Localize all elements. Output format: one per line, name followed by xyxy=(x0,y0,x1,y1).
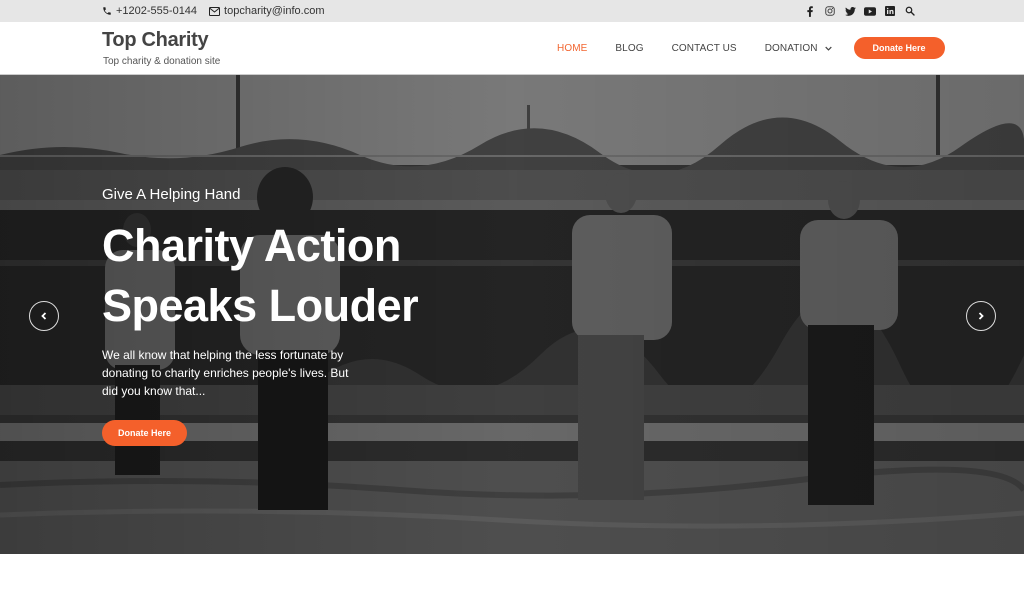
hero-donate-button[interactable]: Donate Here xyxy=(102,420,187,446)
social-links xyxy=(800,0,920,22)
phone-number: +1202-555-0144 xyxy=(116,5,198,17)
nav-label: DONATION xyxy=(764,42,818,54)
main-nav: HOME BLOG CONTACT US DONATION Donate Her… xyxy=(557,22,945,74)
instagram-icon[interactable] xyxy=(820,0,840,22)
hero-headline-line-2: Speaks Louder xyxy=(102,280,419,331)
email-contact[interactable]: topcharity@info.com xyxy=(209,5,324,17)
hero-headline: Charity Action Speaks Louder xyxy=(102,216,419,336)
twitter-icon[interactable] xyxy=(840,0,860,22)
nav-item-blog[interactable]: BLOG xyxy=(615,43,643,54)
chevron-down-icon xyxy=(824,46,832,51)
chevron-right-icon xyxy=(978,312,984,320)
search-icon[interactable] xyxy=(900,0,920,22)
top-bar: +1202-555-0144 topcharity@info.com xyxy=(0,0,1024,22)
contact-info: +1202-555-0144 topcharity@info.com xyxy=(102,0,336,22)
nav-label: BLOG xyxy=(615,42,644,54)
email-address: topcharity@info.com xyxy=(224,5,325,17)
hero-headline-line-1: Charity Action xyxy=(102,220,401,271)
site-title[interactable]: Top Charity xyxy=(102,29,209,52)
site-header: Top Charity Top charity & donation site … xyxy=(0,22,1024,75)
facebook-icon[interactable] xyxy=(800,0,820,22)
nav-item-contact-us[interactable]: CONTACT US xyxy=(672,43,737,54)
page-content-area xyxy=(0,554,1024,602)
hero-eyebrow: Give A Helping Hand xyxy=(102,186,241,203)
slider-prev-button[interactable] xyxy=(29,301,59,331)
hero-slider: Give A Helping Hand Charity Action Speak… xyxy=(0,75,1024,554)
nav-label: HOME xyxy=(557,42,588,54)
envelope-icon xyxy=(209,6,221,16)
youtube-icon[interactable] xyxy=(860,0,880,22)
hero-description: We all know that helping the less fortun… xyxy=(102,348,349,398)
site-tagline: Top charity & donation site xyxy=(103,56,221,67)
chevron-left-icon xyxy=(41,312,47,320)
nav-item-donation[interactable]: DONATION xyxy=(765,43,832,54)
phone-contact[interactable]: +1202-555-0144 xyxy=(102,5,197,17)
header-donate-button[interactable]: Donate Here xyxy=(853,37,945,59)
slider-next-button[interactable] xyxy=(966,301,996,331)
nav-label: CONTACT US xyxy=(671,42,737,54)
phone-icon xyxy=(103,7,111,15)
linkedin-icon[interactable] xyxy=(880,0,900,22)
nav-item-home[interactable]: HOME xyxy=(557,43,587,54)
